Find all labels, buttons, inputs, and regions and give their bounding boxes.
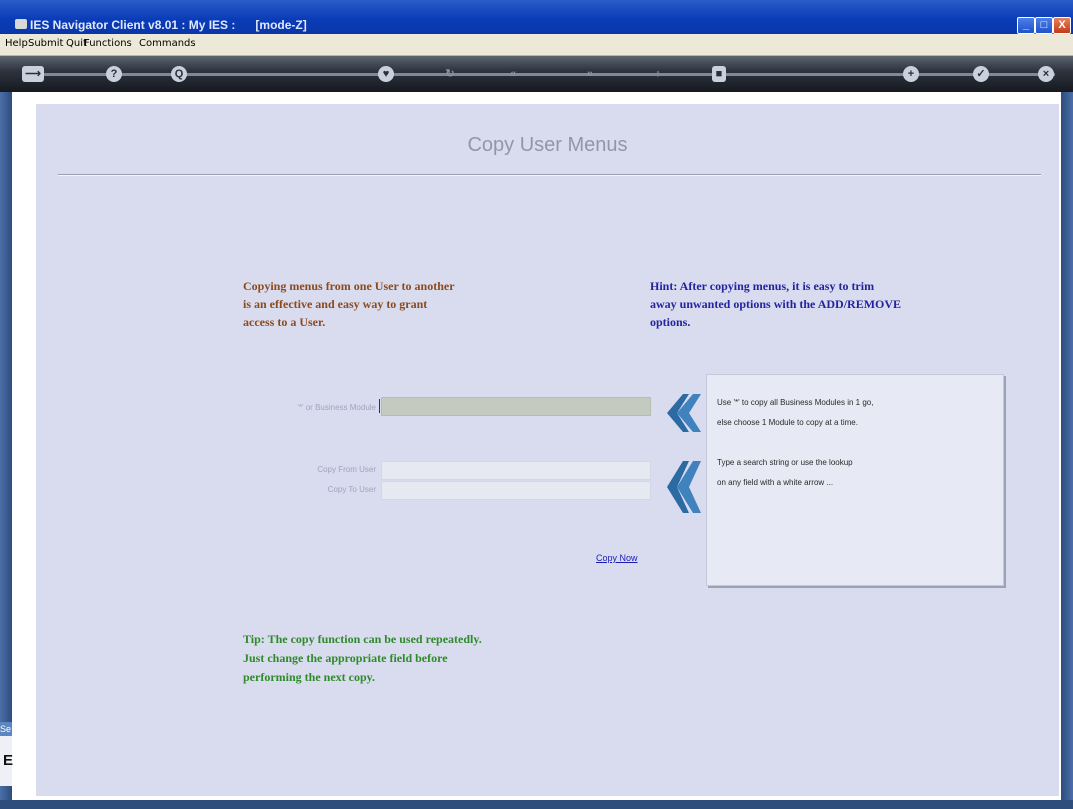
copy-to-user-field[interactable] [381,481,651,500]
minimize-button[interactable]: _ [1017,17,1035,34]
title-divider [58,174,1041,175]
tip-text: Tip: The copy function can be used repea… [243,630,482,687]
confirm-icon[interactable]: ✓ [973,66,989,82]
app-icon [15,19,27,29]
copy-from-user-field[interactable] [381,461,651,480]
business-module-field[interactable] [381,397,651,416]
side-panel-stub[interactable]: Se E [0,722,14,786]
up-icon[interactable]: ↑ [650,66,666,82]
hint-line: away unwanted options with the ADD/REMOV… [650,297,902,311]
lookup-arrow-icon[interactable] [663,392,703,434]
business-module-label: '*' or Business Module [297,403,376,412]
back-arrow-icon[interactable]: ⟶ [22,66,44,82]
help-line: Use '*' to copy all Business Modules in … [717,398,874,407]
refresh-icon[interactable]: ↻ [442,66,458,82]
help-line: else choose 1 Module to copy at a time. [717,418,858,427]
side-tab[interactable]: Se [0,722,12,736]
search-icon[interactable]: Q [171,66,187,82]
menu-commands[interactable]: Commands [139,38,196,49]
rewind-icon[interactable]: « [505,66,521,82]
copy-to-label: Copy To User [327,485,376,494]
help-line: Type a search string or use the lookup [717,458,853,467]
intro-line: Copying menus from one User to another [243,279,455,293]
intro-line: access to a User. [243,315,326,329]
tip-line: performing the next copy. [243,670,375,684]
help-line: on any field with a white arrow ... [717,478,834,487]
help-panel: Use '*' to copy all Business Modules in … [706,374,1004,586]
window-title-bar: IES Navigator Client v8.01 : My IES : [m… [0,0,1073,34]
add-icon[interactable]: + [903,66,919,82]
hint-line: Hint: After copying menus, it is easy to… [650,279,875,293]
heart-icon[interactable]: ♥ [378,66,394,82]
menu-functions[interactable]: Functions [84,38,132,49]
cancel-icon[interactable]: × [1038,66,1054,82]
hint-text: Hint: After copying menus, it is easy to… [650,277,901,331]
tip-line: Just change the appropriate field before [243,651,448,665]
intro-text: Copying menus from one User to another i… [243,277,455,331]
window-title: IES Navigator Client v8.01 : My IES : [m… [30,18,307,32]
forward-icon[interactable]: » [582,66,598,82]
left-frame [0,92,12,809]
lookup-arrow-icon[interactable] [663,459,703,515]
right-frame [1061,92,1073,809]
side-letter: E [3,752,14,769]
copy-now-link[interactable]: Copy Now [596,553,638,563]
page-title: Copy User Menus [467,134,628,156]
close-button[interactable]: X [1053,17,1071,34]
intro-line: is an effective and easy way to grant [243,297,428,311]
copy-from-label: Copy From User [317,465,376,474]
tip-line: Tip: The copy function can be used repea… [243,632,482,646]
hint-line: options. [650,315,691,329]
menu-help[interactable]: Help [5,38,28,49]
maximize-button[interactable]: □ [1035,17,1053,34]
menu-bar: Help Submit Quit Functions Commands [0,34,1073,56]
help-icon[interactable]: ? [106,66,122,82]
stop-icon[interactable]: ■ [712,66,726,82]
copy-user-menus-form: Copy User Menus Copying menus from one U… [36,104,1059,796]
toolbar: ⟶ ? Q ♥ ↻ « » ↑ ■ + ✓ × [0,56,1073,92]
bottom-frame [0,800,1073,809]
text-cursor [379,399,380,413]
menu-submit[interactable]: Submit [28,38,63,49]
